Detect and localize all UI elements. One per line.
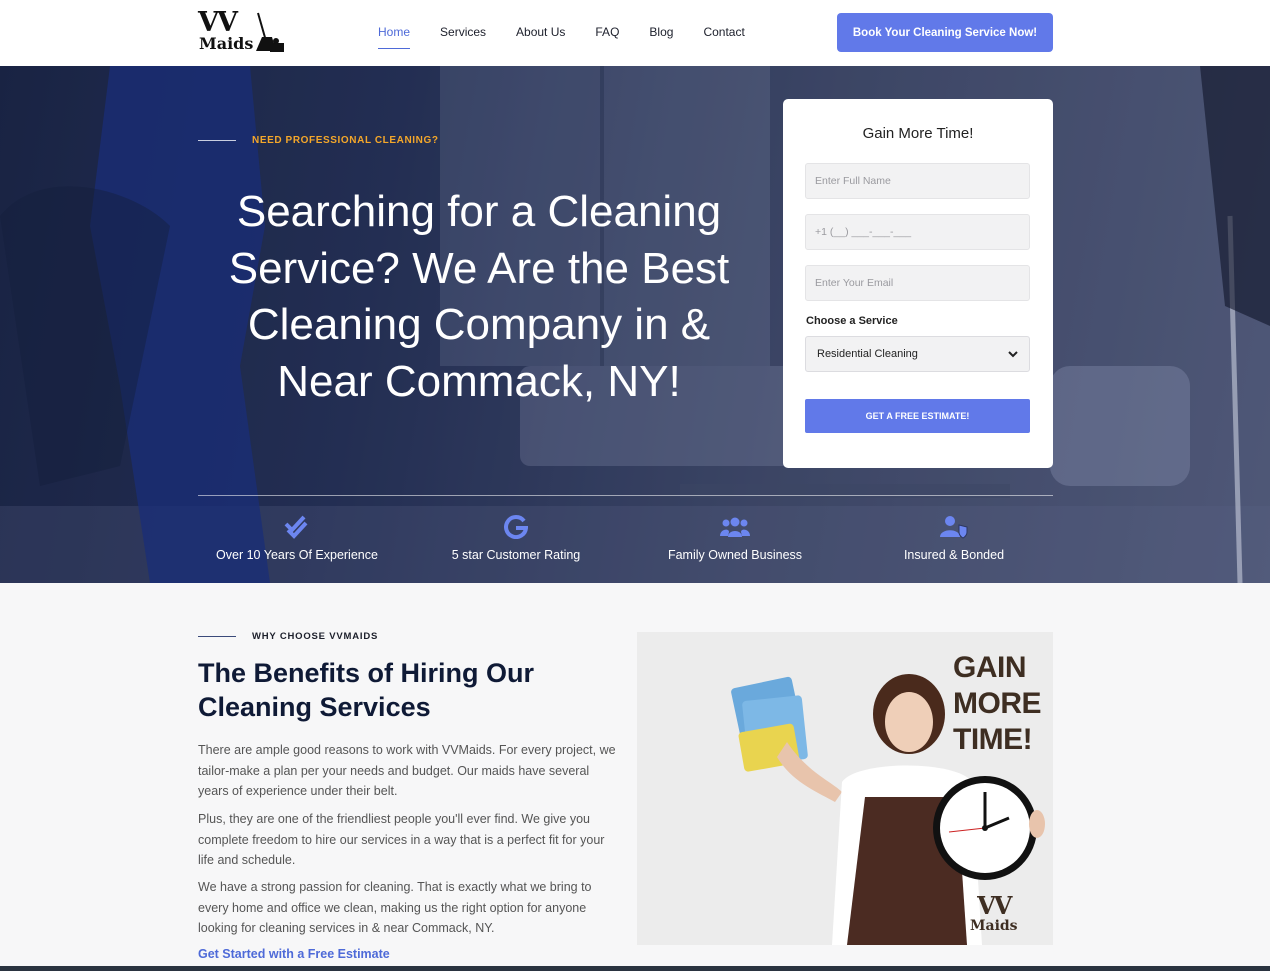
double-check-icon: [197, 513, 397, 541]
phone-input[interactable]: +1 (__) ___-___-___: [805, 214, 1030, 250]
benefits-paragraph: Plus, they are one of the friendliest pe…: [198, 812, 605, 867]
chevron-down-icon: [1008, 350, 1018, 357]
nav-contact[interactable]: Contact: [703, 24, 744, 40]
google-icon: [416, 513, 616, 541]
feature-label: Over 10 Years Of Experience: [216, 548, 378, 562]
benefits-eyebrow: WHY CHOOSE VVMAIDS: [198, 631, 378, 642]
benefits-title: The Benefits of Hiring Our Cleaning Serv…: [198, 658, 535, 722]
free-estimate-button[interactable]: GET A FREE ESTIMATE!: [805, 399, 1030, 433]
nav-faq[interactable]: FAQ: [595, 24, 619, 40]
email-input[interactable]: Enter Your Email: [805, 265, 1030, 301]
feature-label: Insured & Bonded: [903, 548, 1005, 562]
book-service-button[interactable]: Book Your Cleaning Service Now!: [837, 13, 1053, 52]
promo-line: GAIN: [953, 651, 1027, 684]
eyebrow-divider: [198, 636, 236, 637]
hero-title: Searching for a Cleaning Service? We Are…: [228, 187, 730, 406]
estimate-form: Gain More Time! Enter Full Name +1 (__) …: [783, 99, 1053, 468]
nav-home[interactable]: Home: [378, 24, 411, 49]
hero-eyebrow-text: NEED PROFESSIONAL CLEANING?: [252, 135, 439, 146]
hero-eyebrow: NEED PROFESSIONAL CLEANING?: [198, 135, 439, 146]
logo-vv-text: VV: [198, 7, 238, 38]
feature-rating: 5 star Customer Rating: [416, 513, 616, 562]
feature-experience: Over 10 Years Of Experience: [197, 513, 397, 562]
promo-line: MORE: [953, 687, 1042, 720]
promo-logo-maids: Maids: [970, 918, 1018, 934]
free-estimate-link[interactable]: Get Started with a Free Estimate: [198, 947, 390, 961]
feature-family: Family Owned Business: [635, 513, 835, 562]
promo-logo-vv: VV: [977, 891, 1012, 920]
logo-maids-text: Maids: [199, 34, 254, 53]
benefits-eyebrow-text: WHY CHOOSE VVMAIDS: [252, 631, 379, 642]
nav-blog[interactable]: Blog: [649, 24, 673, 40]
family-icon: [635, 513, 835, 541]
promo-logo: VV Maids: [970, 891, 1018, 935]
eyebrow-divider: [198, 140, 236, 141]
benefits-paragraph: There are ample good reasons to work wit…: [198, 743, 616, 798]
hero-section: NEED PROFESSIONAL CLEANING? Searching fo…: [0, 66, 1270, 583]
promo-headline: GAIN MORE TIME!: [953, 650, 1042, 758]
site-logo[interactable]: VV Maids: [198, 9, 288, 57]
service-select-value: Residential Cleaning: [817, 348, 918, 360]
service-select[interactable]: Residential Cleaning: [805, 336, 1030, 372]
feature-insured: Insured & Bonded: [854, 513, 1054, 562]
footer-strip: [0, 966, 1270, 971]
benefits-section: WHY CHOOSE VVMAIDS The Benefits of Hirin…: [0, 583, 1270, 971]
feature-label: Family Owned Business: [667, 548, 803, 562]
benefits-paragraph: We have a strong passion for cleaning. T…: [198, 880, 592, 935]
nav-services[interactable]: Services: [440, 24, 486, 40]
full-name-input[interactable]: Enter Full Name: [805, 163, 1030, 199]
promo-image: GAIN MORE TIME! VV Maids: [637, 632, 1053, 945]
form-title: Gain More Time!: [862, 125, 974, 142]
user-shield-icon: [854, 513, 1054, 541]
site-header: VV Maids Home Services About Us FAQ Blog…: [0, 0, 1270, 66]
broom-bucket-icon: [256, 12, 284, 52]
service-select-label: Choose a Service: [806, 315, 898, 327]
hero-divider: [198, 495, 1053, 496]
feature-label: 5 star Customer Rating: [451, 548, 581, 562]
promo-line: TIME!: [953, 723, 1033, 756]
nav-about-us[interactable]: About Us: [516, 24, 565, 40]
main-nav: Home Services About Us FAQ Blog Contact: [378, 24, 775, 49]
